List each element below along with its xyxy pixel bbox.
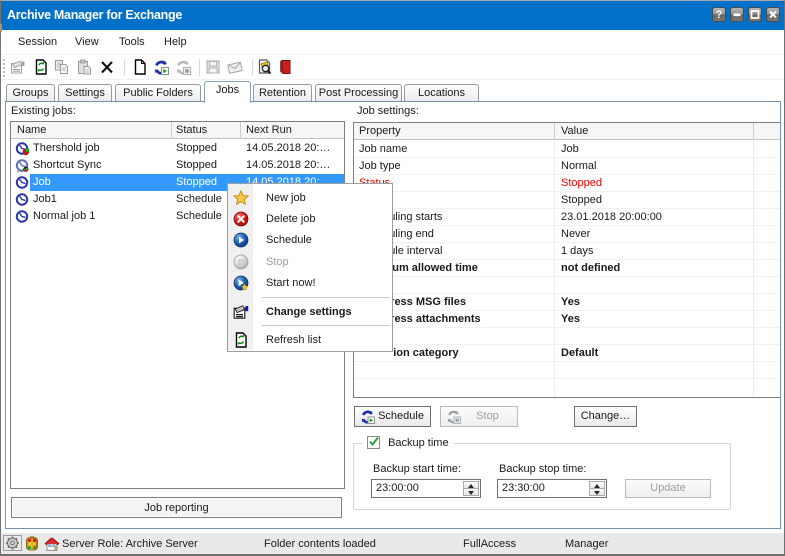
svg-text:?: ? (716, 9, 723, 21)
